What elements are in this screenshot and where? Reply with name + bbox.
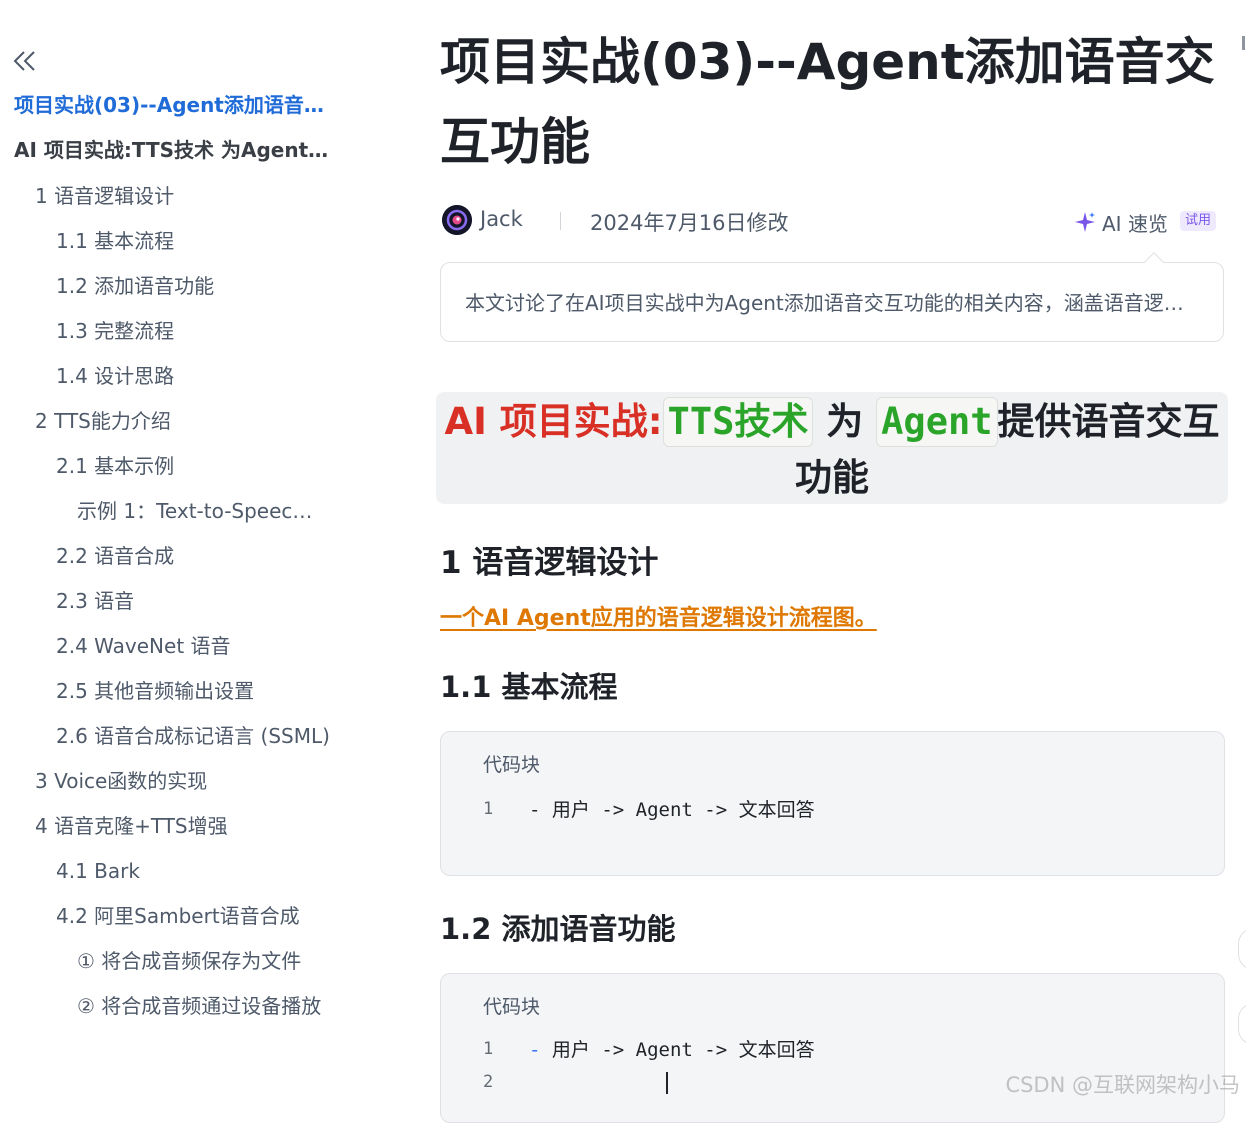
- trial-badge: 试用: [1180, 211, 1217, 231]
- edge-scroll-tick: [1242, 36, 1245, 50]
- floating-action-button[interactable]: [1238, 1003, 1246, 1045]
- ai-preview-label: AI 速览: [1102, 212, 1168, 236]
- author-name[interactable]: Jack: [480, 207, 523, 231]
- toc-item-2-4[interactable]: 2.4 WaveNet 语音: [56, 632, 334, 660]
- line-number: 1: [483, 1039, 494, 1059]
- ai-summary-box[interactable]: 本文讨论了在AI项目实战中为Agent添加语音交互功能的相关内容，涵盖语音逻辑设…: [440, 252, 1224, 342]
- modified-date: 2024年7月16日修改: [590, 211, 789, 235]
- heading-1-1: 1.1 基本流程: [440, 670, 618, 704]
- toc-item-2-1-example[interactable]: 示例 1：Text-to-Speech 语音合成: [77, 497, 323, 525]
- heading-1-2: 1.2 添加语音功能: [440, 912, 676, 946]
- watermark: CSDN @互联网架构小马: [1005, 1073, 1240, 1097]
- code-block-2[interactable]: 代码块 1 - 用户 -> Agent -> 文本回答 2: [440, 973, 1225, 1123]
- code-line[interactable]: 1 - 用户 -> Agent -> 文本回答: [441, 1035, 1201, 1065]
- summary-pointer: [1144, 252, 1164, 272]
- banner-part-2: 为: [813, 400, 877, 443]
- toc-item-1-3[interactable]: 1.3 完整流程: [56, 317, 334, 345]
- page-title: 项目实战(03)--Agent添加语音交互功能: [440, 33, 1215, 171]
- text-cursor: [666, 1072, 668, 1094]
- code-block-1[interactable]: 代码块 1 - 用户 -> Agent -> 文本回答: [440, 731, 1225, 876]
- code-text: - 用户 -> Agent -> 文本回答: [529, 799, 815, 821]
- banner-chip-tts: TTS技术: [662, 397, 814, 447]
- code-block-label: 代码块: [483, 996, 541, 1018]
- flowchart-link[interactable]: 一个AI Agent应用的语音逻辑设计流程图。: [440, 600, 877, 632]
- toc-item-4-2-1[interactable]: ① 将合成音频保存为文件: [77, 947, 337, 975]
- avatar[interactable]: [442, 205, 472, 235]
- banner-part-1: AI 项目实战:: [444, 400, 663, 443]
- toc-item-4-1[interactable]: 4.1 Bark: [56, 857, 334, 885]
- toc-item-h1[interactable]: AI 项目实战:TTS技术 为Agent提供语音交互功能: [14, 136, 332, 164]
- sparkle-icon: [1075, 212, 1095, 232]
- toc-sidebar: 项目实战(03)--Agent添加语音交互功能 AI 项目实战:TTS技术 为A…: [0, 0, 400, 1105]
- code-line[interactable]: 1 - 用户 -> Agent -> 文本回答: [441, 795, 1201, 825]
- toc-item-2[interactable]: 2 TTS能力介绍: [35, 407, 335, 435]
- meta-divider: [560, 212, 561, 230]
- toc-item-1-4[interactable]: 1.4 设计思路: [56, 362, 334, 390]
- toc-item-2-6[interactable]: 2.6 语音合成标记语言 (SSML): [56, 722, 332, 750]
- toc-item-3[interactable]: 3 Voice函数的实现: [35, 767, 335, 795]
- toc-item-2-2[interactable]: 2.2 语音合成: [56, 542, 334, 570]
- floating-action-button[interactable]: [1238, 928, 1246, 970]
- heading-1: 1 语音逻辑设计: [440, 545, 659, 581]
- toc-item-doc-title[interactable]: 项目实战(03)--Agent添加语音交互功能: [14, 91, 332, 119]
- line-number: 2: [483, 1072, 494, 1092]
- toc-item-1-2[interactable]: 1.2 添加语音功能: [56, 272, 334, 300]
- ai-summary-text: 本文讨论了在AI项目实战中为Agent添加语音交互功能的相关内容，涵盖语音逻辑设…: [465, 291, 1189, 315]
- document-body: 项目实战(03)--Agent添加语音交互功能 Jack 2024年7月16日修…: [436, 0, 1230, 1123]
- doc-meta: Jack 2024年7月16日修改 AI 速览 试用: [442, 203, 1222, 239]
- toc-item-4-2[interactable]: 4.2 阿里Sambert语音合成: [56, 902, 334, 930]
- line-number: 1: [483, 799, 494, 819]
- toc-item-1[interactable]: 1 语音逻辑设计: [35, 182, 335, 210]
- banner-heading: AI 项目实战: TTS技术 为 Agent 提供语音交互功能: [436, 392, 1228, 504]
- toc-item-4[interactable]: 4 语音克隆+TTS增强: [35, 812, 335, 840]
- toc-item-2-3[interactable]: 2.3 语音: [56, 587, 334, 615]
- banner-chip-agent: Agent: [876, 397, 998, 447]
- toc-item-4-2-2[interactable]: ② 将合成音频通过设备播放: [77, 992, 337, 1020]
- toc-item-2-1[interactable]: 2.1 基本示例: [56, 452, 334, 480]
- toc-item-2-5[interactable]: 2.5 其他音频输出设置: [56, 677, 334, 705]
- collapse-sidebar-icon[interactable]: [12, 48, 38, 74]
- code-block-label: 代码块: [483, 754, 541, 776]
- code-text: - 用户 -> Agent -> 文本回答: [529, 1039, 815, 1061]
- ai-preview-button[interactable]: AI 速览 试用: [1074, 205, 1224, 237]
- toc-item-1-1[interactable]: 1.1 基本流程: [56, 227, 334, 255]
